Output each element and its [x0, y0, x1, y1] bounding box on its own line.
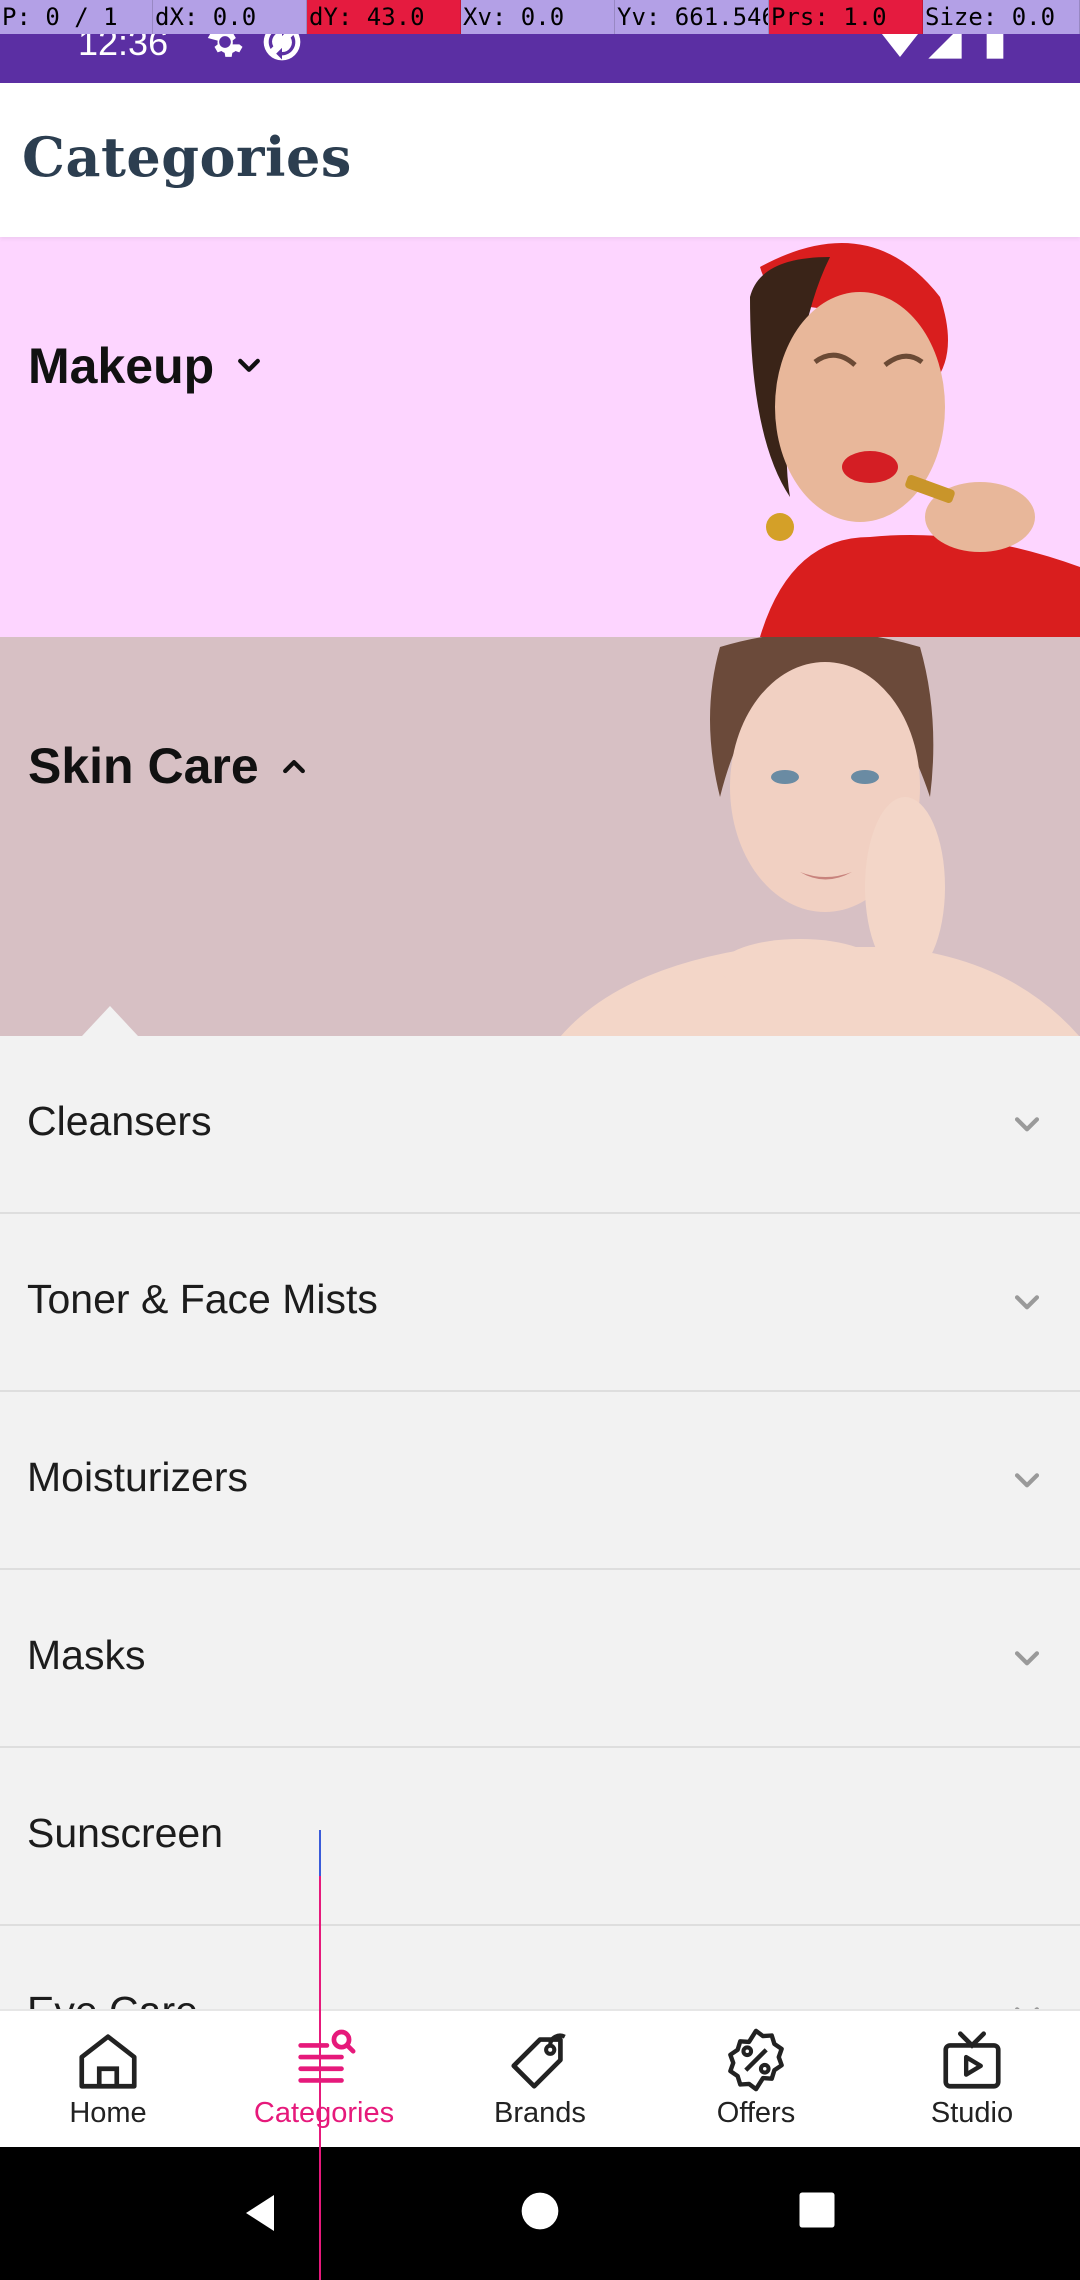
home-button-icon[interactable] — [518, 2189, 562, 2233]
system-navigation-bar — [0, 2147, 1080, 2280]
touch-trace-start — [319, 1830, 321, 1876]
debug-size: Size: 0.0 — [923, 0, 1080, 34]
banner-label: Skin Care — [28, 738, 259, 794]
back-icon[interactable] — [236, 2189, 284, 2237]
tag-icon — [511, 2033, 566, 2089]
debug-dx: dX: 0.0 — [153, 0, 307, 34]
chevron-down-icon — [1014, 1473, 1040, 1488]
recents-icon[interactable] — [796, 2189, 838, 2231]
list-item[interactable]: Toner & Face Mists — [0, 1214, 1080, 1392]
nav-item-offers[interactable]: Offers — [648, 2011, 864, 2149]
skin-care-subcategory-list: Cleansers Toner & Face Mists Moisturizer… — [0, 1036, 1080, 2104]
nav-label: Home — [69, 2097, 147, 2129]
nav-label: Categories — [253, 2097, 395, 2129]
debug-p: P: 0 / 1 — [0, 0, 153, 34]
bottom-navigation: Home Categories Brands Offers Studio — [0, 2009, 1080, 2147]
pointer-location-overlay: P: 0 / 1 dX: 0.0 dY: 43.0 Xv: 0.0 Yv: 66… — [0, 0, 1080, 34]
nav-item-studio[interactable]: Studio — [864, 2011, 1080, 2149]
percent-badge-icon — [728, 2028, 784, 2092]
category-banner-makeup[interactable]: Makeup — [0, 237, 1080, 637]
page-title: Categories — [22, 125, 352, 189]
chevron-up-icon — [282, 760, 305, 774]
nav-label: Studio — [930, 2097, 1014, 2129]
debug-dy: dY: 43.0 — [307, 0, 461, 34]
chevron-down-icon — [1014, 1117, 1040, 1132]
debug-xv: Xv: 0.0 — [461, 0, 615, 34]
list-item-label: Sunscreen — [27, 1810, 224, 1856]
nav-item-categories[interactable]: Categories — [216, 2011, 432, 2149]
nav-label: Brands — [494, 2097, 586, 2129]
banner-label: Makeup — [28, 338, 215, 394]
chevron-down-icon — [238, 358, 261, 372]
expanded-indicator-notch — [82, 1006, 138, 1036]
skincare-model-image — [560, 637, 1080, 1037]
home-icon — [79, 2034, 137, 2089]
touch-trace-line — [319, 1830, 321, 2280]
debug-prs: Prs: 1.0 — [769, 0, 923, 34]
chevron-down-icon — [1014, 1295, 1040, 1310]
nav-label: Offers — [716, 2097, 796, 2129]
nav-item-brands[interactable]: Brands — [432, 2011, 648, 2149]
categories-icon — [298, 2029, 356, 2083]
chevron-down-icon — [1014, 1651, 1040, 1666]
list-item-label: Cleansers — [27, 1098, 212, 1144]
list-item-label: Toner & Face Mists — [27, 1276, 378, 1322]
tv-play-icon — [943, 2031, 1001, 2089]
debug-yv: Yv: 661.546 — [615, 0, 769, 34]
list-item-label: Moisturizers — [27, 1454, 248, 1500]
list-item[interactable]: Cleansers — [0, 1036, 1080, 1214]
list-item[interactable]: Sunscreen — [0, 1748, 1080, 1926]
list-item[interactable]: Masks — [0, 1570, 1080, 1748]
app-header: Categories — [0, 83, 1080, 237]
screen: 12:36 P: 0 / 1 dX: 0.0 dY: 43.0 Xv: 0.0 … — [0, 0, 1080, 2280]
list-item[interactable]: Moisturizers — [0, 1392, 1080, 1570]
list-item-label: Masks — [27, 1632, 146, 1678]
makeup-model-image — [610, 237, 1080, 637]
nav-item-home[interactable]: Home — [0, 2011, 216, 2149]
category-banner-skin-care[interactable]: Skin Care — [0, 637, 1080, 1037]
